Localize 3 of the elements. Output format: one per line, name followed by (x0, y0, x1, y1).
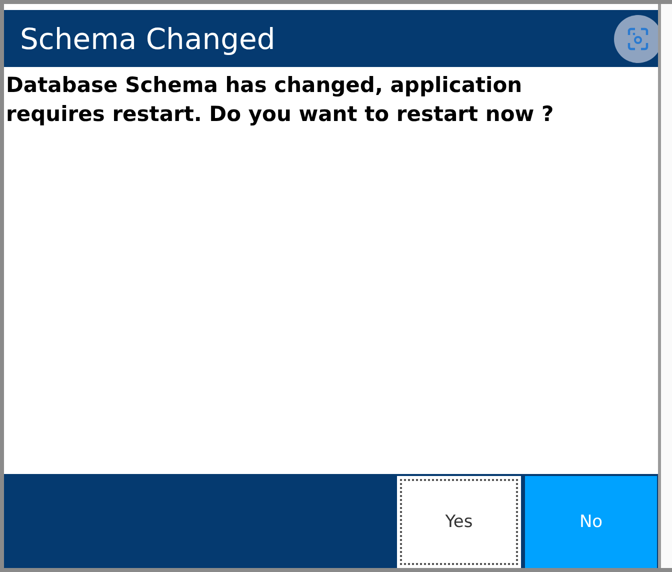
dialog-button[interactable]: Yes (397, 476, 521, 568)
dialog-title: Schema Changed (20, 22, 276, 56)
dialog-message: Database Schema has changed, application requires restart. Do you want to restart now ? (6, 72, 555, 128)
